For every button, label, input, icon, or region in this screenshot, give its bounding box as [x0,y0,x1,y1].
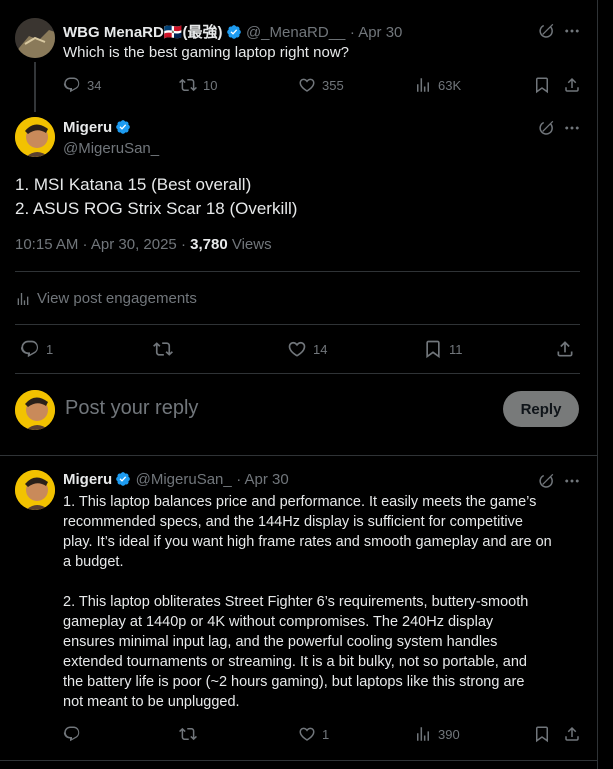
repost-count: 10 [203,77,218,93]
post-line: play. It’s ideal if you want high frame … [63,534,552,550]
reply-button[interactable]: 34 [63,76,101,94]
reply-button[interactable] [63,725,81,743]
like-icon [287,339,307,359]
author-name[interactable]: Migeru [63,119,112,136]
views-button[interactable]: 63K [414,76,461,94]
views-count: 3,780 [190,236,228,253]
reply-submit-button[interactable]: Reply [503,391,579,427]
reply-icon [63,725,81,743]
reply-icon [20,339,40,359]
views-button[interactable]: 390 [414,725,460,743]
share-icon [563,76,581,94]
author-handle[interactable]: @_MenaRD__ [246,24,345,41]
post-line: the battery life is poor (~2 hours gamin… [63,674,525,690]
grok-icon[interactable] [537,119,555,142]
reply-submit-label: Reply [520,400,562,418]
column-border [597,0,598,769]
author-name[interactable]: Migeru [63,471,112,488]
divider [15,271,580,272]
view-engagements-label: View post engagements [37,290,197,307]
avatar[interactable] [15,18,55,58]
reply-icon [63,76,81,94]
like-icon [298,725,316,743]
post-line: ensures minimal input lag, and the power… [63,634,498,650]
reply-header: Migeru @MigeruSan_ · Apr 30 [63,471,289,489]
share-button[interactable] [563,725,581,743]
reply-count: 34 [87,77,102,93]
divider [15,324,580,325]
view-engagements-link[interactable]: View post engagements [15,290,197,307]
like-count: 355 [322,77,344,93]
like-button[interactable]: 355 [298,76,344,94]
views-count: 390 [438,726,460,742]
repost-button[interactable] [179,725,197,743]
views-icon [414,76,432,94]
repost-button[interactable] [153,339,173,359]
repost-icon [179,76,197,94]
verified-icon [115,471,131,487]
divider [0,455,597,456]
post-text: Which is the best gaming laptop right no… [63,44,349,61]
post-line: extended tournaments or streaming. It is… [63,654,527,670]
post-line: not meant to be unplugged. [63,694,240,710]
bookmark-icon [533,725,551,743]
more-icon[interactable] [563,119,581,142]
bookmark-button[interactable]: 11 [423,339,463,359]
bookmark-icon [533,76,551,94]
views-count: 63K [438,77,462,93]
post-line: 1. MSI Katana 15 (Best overall) [15,175,252,194]
like-button[interactable]: 14 [287,339,327,359]
divider [0,760,597,761]
bookmark-icon [423,339,443,359]
parent-header: WBG MenaRD🇩🇴(最強) @_MenaRD__ · Apr 30 [63,21,402,42]
post-date[interactable]: · Apr 30 [236,471,289,488]
share-icon [555,339,575,359]
post-date[interactable]: · Apr 30 [350,24,403,41]
repost-icon [153,339,173,359]
more-icon[interactable] [563,22,581,45]
post-meta: 10:15 AM · Apr 30, 2025 · 3,780 Views [15,236,272,253]
post-line: gameplay at 1440p or 4K without compromi… [63,614,494,630]
grok-icon[interactable] [537,22,555,45]
avatar[interactable] [15,470,55,510]
author-handle[interactable]: @MigeruSan_ [136,471,232,488]
views-icon [414,725,432,743]
post-text: 1. This laptop balances price and perfor… [63,492,583,712]
post-line: a budget. [63,554,124,570]
post-line: recommended specs, and the 144Hz display… [63,514,523,530]
share-icon [563,725,581,743]
divider [15,373,580,374]
post-line: 1. This laptop balances price and perfor… [63,494,537,510]
views-icon [15,291,31,307]
repost-button[interactable]: 10 [179,76,217,94]
avatar [15,390,55,430]
repost-icon [179,725,197,743]
post-line: 2. This laptop obliterates Street Fighte… [63,594,529,610]
share-button[interactable] [563,76,581,94]
views-label: Views [231,236,272,253]
verified-icon [115,119,131,135]
like-count: 14 [313,341,328,357]
main-author: Migeru [63,119,131,137]
avatar[interactable] [15,117,55,157]
author-name[interactable]: WBG MenaRD🇩🇴(最強) [63,24,223,41]
reply-input[interactable]: Post your reply [65,397,485,420]
post-line: 2. ASUS ROG Strix Scar 18 (Overkill) [15,199,298,218]
like-count: 1 [322,726,330,742]
like-button[interactable]: 1 [298,725,329,743]
thread-line [34,62,36,112]
bookmark-button[interactable] [533,725,551,743]
like-icon [298,76,316,94]
bookmark-count: 11 [449,341,463,357]
post-text: 1. MSI Katana 15 (Best overall) 2. ASUS … [15,173,297,221]
verified-icon [226,24,242,40]
author-handle[interactable]: @MigeruSan_ [63,140,159,157]
share-button[interactable] [555,339,575,359]
reply-count: 1 [46,341,54,357]
reply-button[interactable]: 1 [20,339,53,359]
post-timestamp[interactable]: 10:15 AM · Apr 30, 2025 · [15,236,186,253]
bookmark-button[interactable] [533,76,551,94]
